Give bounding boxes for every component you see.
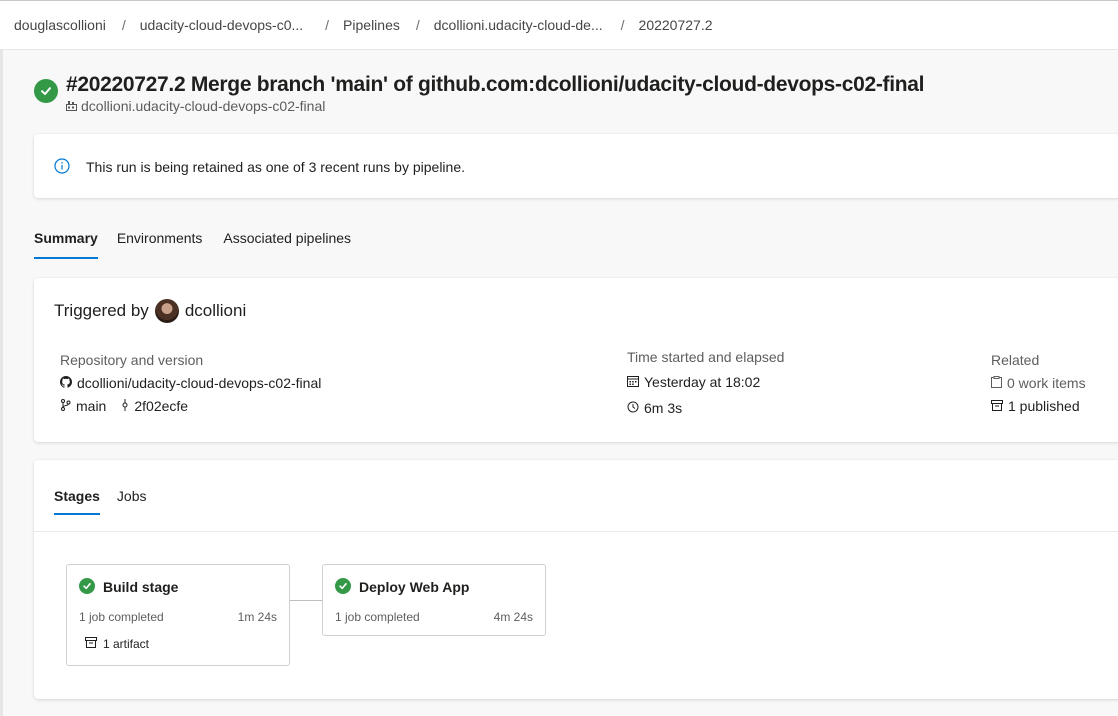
page-title: #20220727.2 Merge branch 'main' of githu… <box>66 73 925 96</box>
info-icon <box>54 158 70 179</box>
stages-divider <box>34 531 1118 532</box>
artifact-count: 1 artifact <box>103 637 150 651</box>
avatar[interactable] <box>154 299 179 323</box>
time-heading: Time started and elapsed <box>627 349 785 365</box>
triggered-by: Triggered by dcollioni <box>54 299 246 323</box>
stages-tabs: Stages Jobs <box>54 488 164 515</box>
time-started: Yesterday at 18:02 <box>644 374 761 390</box>
stage-duration: 1m 24s <box>237 610 277 624</box>
related-heading: Related <box>991 352 1040 368</box>
stage-artifact-link[interactable]: 1 artifact <box>85 637 149 651</box>
time-started-row: Yesterday at 18:02 <box>627 374 760 390</box>
branch-name[interactable]: main <box>76 398 106 414</box>
breadcrumb-item-project[interactable]: udacity-cloud-devops-c0... <box>140 17 303 33</box>
run-success-icon <box>34 79 58 103</box>
tab-environments[interactable]: Environments <box>117 230 203 259</box>
stage-success-icon <box>335 578 351 594</box>
tab-jobs[interactable]: Jobs <box>117 488 147 515</box>
breadcrumb-separator: / <box>620 17 625 33</box>
retention-info-banner: This run is being retained as one of 3 r… <box>34 134 1118 198</box>
breadcrumb-separator: / <box>325 17 330 33</box>
retention-info-text: This run is being retained as one of 3 r… <box>86 159 466 175</box>
pipeline-subtitle[interactable]: dcollioni.udacity-cloud-devops-c02-final <box>66 98 325 114</box>
time-elapsed: 6m 3s <box>644 400 683 416</box>
branch-icon <box>60 398 71 414</box>
run-tabs: Summary Environments Associated pipeline… <box>34 230 370 259</box>
breadcrumb-separator: / <box>415 17 420 33</box>
breadcrumb-item-pipeline[interactable]: dcollioni.udacity-cloud-de... <box>434 17 603 33</box>
triggered-by-label: Triggered by <box>54 301 149 320</box>
artifact-icon <box>85 637 97 651</box>
breadcrumb-item-pipelines[interactable]: Pipelines <box>343 17 400 33</box>
stage-jobs-status: 1 job completed <box>335 610 420 624</box>
stage-duration: 4m 24s <box>493 610 533 624</box>
github-icon <box>60 375 72 391</box>
stage-success-icon <box>79 578 95 594</box>
work-items-row[interactable]: 0 work items <box>991 375 1086 391</box>
published-count: 1 published <box>1008 398 1080 414</box>
tab-associated-pipelines[interactable]: Associated pipelines <box>223 230 351 259</box>
work-items-count: 0 work items <box>1007 375 1086 391</box>
breadcrumb-item-run[interactable]: 20220727.2 <box>639 17 713 33</box>
stage-connector <box>290 600 322 601</box>
run-summary-card: Triggered by dcollioni Repository and ve… <box>34 278 1118 442</box>
clock-icon <box>627 400 639 416</box>
stage-name: Build stage <box>103 579 179 595</box>
triggered-by-user[interactable]: dcollioni <box>185 301 246 321</box>
published-row[interactable]: 1 published <box>991 398 1080 414</box>
artifact-icon <box>991 398 1003 414</box>
time-elapsed-row: 6m 3s <box>627 400 682 416</box>
tab-stages[interactable]: Stages <box>54 488 100 515</box>
left-edge-divider <box>0 50 3 716</box>
stages-card: Stages Jobs Build stage 1 job completed … <box>34 460 1118 699</box>
calendar-icon <box>627 374 639 390</box>
breadcrumb-item-organization[interactable]: douglascollioni <box>14 17 106 33</box>
stage-build[interactable]: Build stage 1 job completed 1m 24s 1 art… <box>66 564 290 666</box>
tab-summary[interactable]: Summary <box>34 230 98 259</box>
version-row: main 2f02ecfe <box>60 398 188 414</box>
stage-jobs-status: 1 job completed <box>79 610 164 624</box>
stage-name: Deploy Web App <box>359 579 470 595</box>
repository-name: dcollioni/udacity-cloud-devops-c02-final <box>77 375 322 391</box>
breadcrumb: douglascollioni / udacity-cloud-devops-c… <box>0 0 1118 50</box>
clipboard-icon <box>991 375 1002 391</box>
pipeline-icon <box>66 98 77 114</box>
repository-row[interactable]: dcollioni/udacity-cloud-devops-c02-final <box>60 375 321 391</box>
repository-heading: Repository and version <box>60 352 204 368</box>
pipeline-name: dcollioni.udacity-cloud-devops-c02-final <box>81 98 326 114</box>
commit-icon <box>121 398 129 414</box>
stage-deploy[interactable]: Deploy Web App 1 job completed 4m 24s <box>322 564 546 636</box>
commit-id[interactable]: 2f02ecfe <box>134 398 188 414</box>
breadcrumb-separator: / <box>121 17 126 33</box>
